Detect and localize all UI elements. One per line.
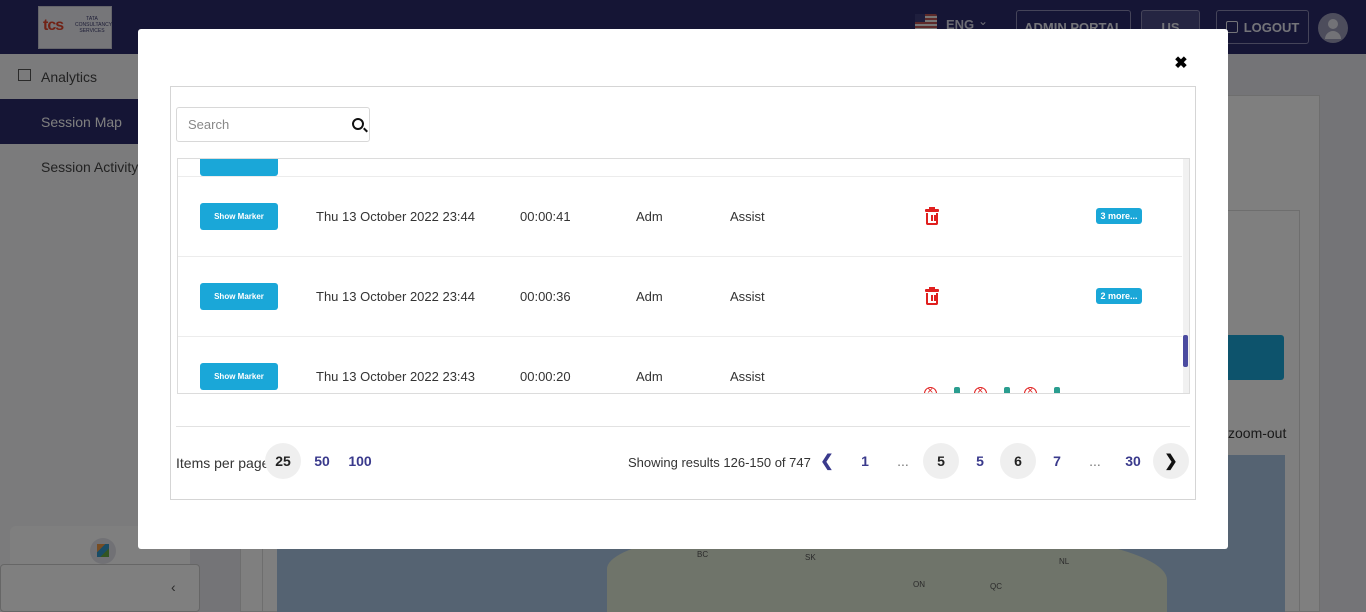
session-duration: 00:00:36 bbox=[520, 289, 571, 304]
pin-icon[interactable] bbox=[952, 387, 962, 393]
modal-card: Show Marker Thu 13 October 2022 23:44 00… bbox=[170, 86, 1196, 500]
table-row: Show Marker Thu 13 October 2022 23:44 00… bbox=[178, 177, 1182, 257]
show-marker-button[interactable] bbox=[200, 159, 278, 176]
scrollbar-thumb[interactable] bbox=[1183, 335, 1188, 367]
session-table[interactable]: Show Marker Thu 13 October 2022 23:44 00… bbox=[177, 158, 1190, 394]
page-size-25[interactable]: 25 bbox=[265, 443, 301, 479]
page-button[interactable]: 7 bbox=[1039, 443, 1075, 479]
next-page-icon[interactable]: ❯ bbox=[1153, 443, 1189, 479]
cancel-circle-icon[interactable] bbox=[1024, 385, 1037, 393]
session-user: Adm bbox=[636, 209, 663, 224]
page-button[interactable]: 1 bbox=[847, 443, 883, 479]
show-marker-button[interactable]: Show Marker bbox=[200, 363, 278, 390]
trash-icon[interactable] bbox=[925, 287, 939, 305]
session-date: Thu 13 October 2022 23:44 bbox=[316, 289, 476, 304]
page-button-current[interactable]: 6 bbox=[1000, 443, 1036, 479]
page-button[interactable]: 5 bbox=[923, 443, 959, 479]
session-list-modal: ✖ Show Marker Thu 13 October 2022 23:44 … bbox=[138, 29, 1228, 549]
show-marker-button[interactable]: Show Marker bbox=[200, 283, 278, 310]
table-row: Show Marker Thu 13 October 2022 23:43 00… bbox=[178, 337, 1182, 393]
items-per-page-label: Items per page: bbox=[176, 455, 274, 471]
results-summary: Showing results 126-150 of 747 bbox=[628, 455, 811, 470]
search-input[interactable] bbox=[177, 108, 342, 141]
close-icon[interactable]: ✖ bbox=[1172, 55, 1190, 73]
prev-page-icon[interactable]: ❮ bbox=[809, 443, 845, 479]
page-button[interactable]: 5 bbox=[962, 443, 998, 479]
page-size-100[interactable]: 100 bbox=[342, 443, 378, 479]
trash-icon[interactable] bbox=[925, 207, 939, 225]
show-marker-button[interactable]: Show Marker bbox=[200, 203, 278, 230]
session-duration: 00:00:20 bbox=[520, 369, 571, 384]
status-icons bbox=[924, 385, 1064, 393]
session-type: Assist bbox=[730, 209, 765, 224]
more-badge[interactable]: 3 more... bbox=[1096, 208, 1142, 224]
cancel-circle-icon[interactable] bbox=[974, 385, 987, 393]
session-duration: 00:00:41 bbox=[520, 209, 571, 224]
page-ellipsis: ... bbox=[897, 453, 909, 469]
pin-icon[interactable] bbox=[1002, 387, 1012, 393]
session-user: Adm bbox=[636, 369, 663, 384]
session-type: Assist bbox=[730, 289, 765, 304]
pin-icon[interactable] bbox=[1052, 387, 1062, 393]
divider bbox=[176, 426, 1190, 427]
search-box bbox=[176, 107, 370, 142]
page-button[interactable]: 30 bbox=[1115, 443, 1151, 479]
session-user: Adm bbox=[636, 289, 663, 304]
more-badge[interactable]: 2 more... bbox=[1096, 288, 1142, 304]
table-row bbox=[178, 159, 1182, 177]
page-ellipsis: ... bbox=[1089, 453, 1101, 469]
table-row: Show Marker Thu 13 October 2022 23:44 00… bbox=[178, 257, 1182, 337]
session-date: Thu 13 October 2022 23:44 bbox=[316, 209, 476, 224]
search-icon[interactable] bbox=[352, 118, 364, 130]
page-size-50[interactable]: 50 bbox=[304, 443, 340, 479]
session-type: Assist bbox=[730, 369, 765, 384]
session-date: Thu 13 October 2022 23:43 bbox=[316, 369, 476, 384]
cancel-circle-icon[interactable] bbox=[924, 385, 937, 393]
